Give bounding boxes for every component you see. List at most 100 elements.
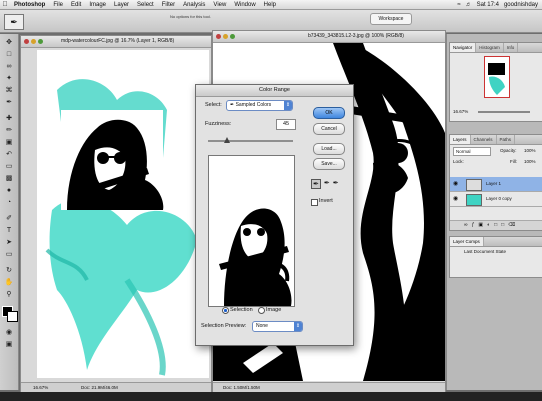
pen-tool-icon[interactable]: ✐ [3, 214, 15, 223]
selection-preview-image[interactable] [208, 155, 295, 307]
type-tool-icon[interactable]: T [3, 226, 15, 235]
fuzziness-slider-thumb[interactable] [223, 137, 230, 143]
tab-layers[interactable]: Layers [450, 135, 471, 144]
tab-info[interactable]: Info [504, 43, 519, 52]
selection-preview-dropdown[interactable]: None ⇕ [252, 321, 303, 332]
healing-tool-icon[interactable]: ✚ [3, 114, 15, 123]
navigator-zoom-slider[interactable] [478, 111, 530, 113]
clock[interactable]: Sat 17:4 [477, 2, 499, 8]
hand-tool-icon[interactable]: ✋ [3, 278, 15, 287]
zoom-field[interactable]: 16.67% [33, 383, 48, 392]
blend-mode-select[interactable]: Normal [453, 147, 491, 156]
wifi-icon[interactable]: ≈ [457, 2, 460, 8]
document-canvas[interactable] [37, 50, 209, 378]
layer-name[interactable]: Layer 1 [486, 181, 501, 186]
layer-comp-item[interactable]: Last Document State [464, 249, 506, 254]
minimize-icon[interactable] [31, 39, 36, 44]
document-title-bar[interactable]: mdp-watercolourFC.jpg @ 16.7% (Layer 1, … [21, 36, 211, 48]
eraser-tool-icon[interactable]: ▭ [3, 162, 15, 171]
opacity-label: Opacity: [500, 148, 517, 153]
select-label: Select: [205, 102, 222, 108]
close-icon[interactable] [24, 39, 29, 44]
3d-rotate-icon[interactable]: ↻ [3, 266, 15, 275]
workspace-button[interactable]: Workspace [370, 13, 412, 25]
invert-checkbox[interactable] [311, 199, 318, 206]
layer-row[interactable]: ◉ Layer 1 [450, 177, 542, 192]
menu-file[interactable]: File [49, 2, 67, 8]
blur-tool-icon[interactable]: ● [3, 186, 15, 195]
tab-channels[interactable]: Channels [471, 135, 497, 144]
image-radio[interactable] [258, 307, 265, 314]
brush-tool-icon[interactable]: ✏ [3, 126, 15, 135]
eye-icon[interactable]: ◉ [453, 181, 458, 187]
trash-icon[interactable]: ⌫ [508, 222, 519, 228]
app-menu[interactable]: Photoshop [10, 2, 49, 8]
tab-histogram[interactable]: Histogram [476, 43, 504, 52]
cancel-button[interactable]: Cancel [313, 123, 345, 135]
volume-icon[interactable]: ♬ [466, 2, 472, 8]
ok-button[interactable]: OK [313, 107, 345, 119]
navigator-panel: Navigator Histogram Info 16.67% [449, 42, 542, 122]
link-icon[interactable]: ∞ [464, 222, 472, 228]
user-name[interactable]: goodnishday [504, 2, 538, 8]
subtract-sample-eyedropper-icon[interactable]: ✒ [333, 179, 339, 189]
apple-menu-icon[interactable]:  [0, 1, 10, 8]
move-tool-icon[interactable]: ✥ [3, 38, 15, 47]
minimize-icon[interactable] [223, 34, 228, 39]
close-icon[interactable] [216, 34, 221, 39]
fill-value[interactable]: 100% [524, 159, 536, 164]
layer-thumbnail [466, 179, 482, 191]
gradient-tool-icon[interactable]: ▩ [3, 174, 15, 183]
fuzziness-input[interactable]: 45 [276, 119, 296, 130]
zoom-tool-icon[interactable]: ⚲ [3, 290, 15, 299]
options-message: No options for this tool. [170, 14, 211, 19]
tool-preset-picker[interactable]: ✒ [4, 14, 24, 30]
menu-view[interactable]: View [209, 2, 230, 8]
eyedropper-tool-icon[interactable]: ✒ [3, 98, 15, 107]
crop-tool-icon[interactable]: ⌘ [3, 86, 15, 95]
marquee-tool-icon[interactable]: □ [3, 50, 15, 59]
opacity-value[interactable]: 100% [524, 148, 536, 153]
mask-icon[interactable]: ▣ [478, 222, 487, 228]
background-color-swatch[interactable] [7, 311, 18, 322]
menu-layer[interactable]: Layer [110, 2, 133, 8]
eye-icon[interactable]: ◉ [453, 196, 458, 202]
tab-paths[interactable]: Paths [497, 135, 516, 144]
panel-dock: Navigator Histogram Info 16.67% Layers C… [446, 34, 542, 390]
history-brush-icon[interactable]: ↶ [3, 150, 15, 159]
fill-label: Fill: [510, 159, 517, 164]
navigator-zoom[interactable]: 16.67% [453, 109, 468, 114]
fuzziness-slider[interactable] [208, 137, 293, 143]
screen-mode-icon[interactable]: ▣ [3, 340, 15, 349]
menu-analysis[interactable]: Analysis [179, 2, 209, 8]
eyedropper-icon[interactable]: ✒ [311, 179, 321, 189]
add-sample-eyedropper-icon[interactable]: ✒ [324, 179, 330, 189]
dodge-tool-icon[interactable]: ◔ [3, 198, 15, 207]
layer-name[interactable]: Layer 0 copy [486, 196, 512, 201]
save-button[interactable]: Save... [313, 158, 345, 170]
menu-help[interactable]: Help [260, 2, 280, 8]
load-button[interactable]: Load... [313, 143, 345, 155]
menu-select[interactable]: Select [133, 2, 158, 8]
select-dropdown[interactable]: ✒ Sampled Colors ⇕ [226, 100, 293, 111]
zoom-icon[interactable] [230, 34, 235, 39]
tab-layer-comps[interactable]: Layer Comps [450, 237, 484, 246]
stamp-tool-icon[interactable]: ▣ [3, 138, 15, 147]
tab-navigator[interactable]: Navigator [450, 43, 477, 52]
lasso-tool-icon[interactable]: ∞ [3, 62, 15, 71]
zoom-icon[interactable] [38, 39, 43, 44]
shape-tool-icon[interactable]: ▭ [3, 250, 15, 259]
navigator-preview[interactable] [484, 56, 510, 98]
menu-filter[interactable]: Filter [158, 2, 179, 8]
document-title-bar[interactable]: b73439_343815.L2-3.jpg @ 100% (RGB/8) [213, 31, 445, 43]
magic-wand-icon[interactable]: ✦ [3, 74, 15, 83]
layer-row[interactable]: ◉ Layer 0 copy [450, 192, 542, 207]
dialog-title: Color Range [196, 85, 353, 97]
quick-mask-icon[interactable]: ◉ [3, 328, 15, 337]
menu-window[interactable]: Window [230, 2, 259, 8]
layers-panel: Layers Channels Paths Normal Opacity: 10… [449, 134, 542, 231]
menu-edit[interactable]: Edit [67, 2, 85, 8]
path-select-icon[interactable]: ➤ [3, 238, 15, 247]
selection-radio[interactable] [222, 307, 229, 314]
menu-image[interactable]: Image [85, 2, 110, 8]
